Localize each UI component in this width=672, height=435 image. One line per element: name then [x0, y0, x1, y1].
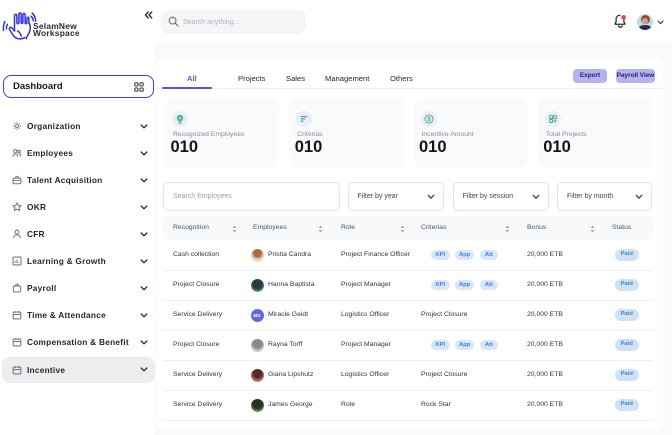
svg-text:$: $: [427, 116, 431, 123]
